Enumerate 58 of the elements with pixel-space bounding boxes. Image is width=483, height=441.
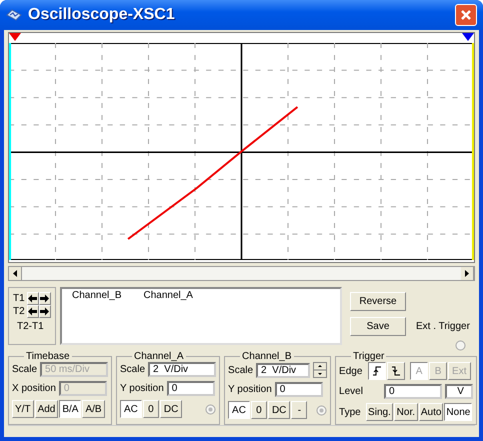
y-position-field[interactable]: 0 — [274, 382, 323, 397]
falling-edge-icon — [391, 366, 402, 376]
right-arrow-button[interactable] — [38, 305, 51, 318]
group-title: Channel_B — [241, 351, 293, 362]
cursor-label: T2-T1 — [17, 321, 44, 332]
cursor-label: T1 — [13, 293, 25, 304]
coupling-button[interactable]: 0 — [250, 401, 267, 419]
left-arrow-button[interactable] — [26, 305, 39, 318]
y-position-field[interactable]: 0 — [166, 381, 215, 396]
cursor-label: T2 — [13, 306, 25, 317]
field-label: Scale — [228, 364, 254, 376]
level-field[interactable]: 0 — [384, 384, 442, 399]
scale-field[interactable]: 2 V/Div — [256, 362, 310, 378]
radio-button-icon[interactable] — [316, 404, 328, 416]
field-label: Scale — [120, 364, 146, 375]
cursor-marker-icon — [462, 33, 474, 41]
oscilloscope-icon — [6, 9, 22, 21]
group-title: Timebase — [25, 351, 71, 362]
save-button[interactable]: Save — [350, 317, 406, 336]
coupling-button[interactable]: - — [291, 401, 308, 419]
radio-button-icon[interactable] — [454, 340, 466, 351]
right-arrow-button[interactable] — [38, 292, 51, 305]
field-label: Level — [339, 386, 364, 397]
trigger-type-button[interactable]: Auto — [418, 403, 444, 421]
close-button[interactable] — [455, 4, 477, 26]
cursor-marker-icon — [9, 33, 21, 41]
right-arrow-icon[interactable] — [465, 270, 469, 277]
rising-edge-icon — [372, 366, 382, 376]
trigger-type-button[interactable]: Sing. — [366, 403, 393, 421]
field-label: Y position — [120, 383, 164, 394]
group-title: Trigger — [352, 351, 386, 362]
left-arrow-icon[interactable] — [13, 270, 17, 277]
edge-button[interactable] — [368, 362, 386, 380]
group-title: Channel_A — [133, 351, 184, 362]
coupling-button[interactable]: 0 — [142, 400, 159, 418]
window-title: Oscilloscope-XSC1 — [28, 6, 176, 24]
field-label: Type — [339, 406, 362, 418]
close-icon — [460, 9, 472, 21]
trigger-type-button[interactable]: Nor. — [394, 403, 418, 421]
horizontal-scrollbar[interactable] — [8, 266, 475, 281]
left-arrow-button[interactable] — [26, 292, 39, 305]
trigger-type-button[interactable]: None — [444, 403, 472, 421]
radio-button-icon[interactable] — [205, 404, 216, 414]
column-header: Channel_B — [72, 290, 122, 301]
unit-field[interactable]: V — [445, 384, 474, 399]
spinner-icon[interactable] — [313, 362, 328, 378]
field-label: X position — [12, 383, 56, 394]
coupling-button[interactable]: DC — [160, 400, 182, 418]
field-label: Edge — [339, 366, 364, 376]
coupling-button[interactable]: AC — [120, 400, 142, 418]
ext-trigger-label: Ext . Trigger — [416, 321, 470, 332]
coupling-button[interactable]: AC — [228, 401, 250, 419]
field-label: Y position — [228, 384, 272, 395]
column-header: Channel_A — [143, 290, 193, 301]
coupling-button[interactable]: DC — [268, 401, 290, 419]
field-label: Scale — [12, 364, 38, 375]
scale-field[interactable]: 2 V/Div — [148, 362, 216, 377]
reverse-button[interactable]: Reverse — [350, 292, 406, 311]
